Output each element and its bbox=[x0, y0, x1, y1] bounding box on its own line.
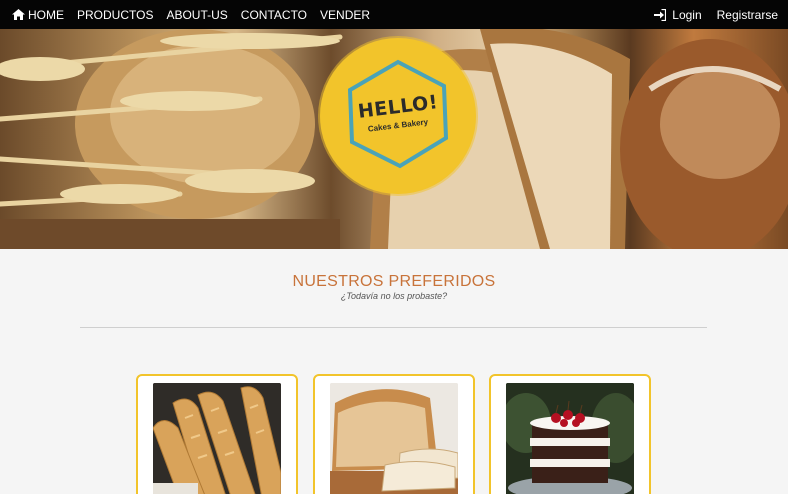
product-card[interactable] bbox=[136, 374, 298, 494]
product-card[interactable] bbox=[313, 374, 475, 494]
product-card[interactable] bbox=[489, 374, 651, 494]
section-title: NUESTROS PREFERIDOS bbox=[292, 273, 496, 290]
nav-left-group: HOME PRODUCTOS ABOUT-US CONTACTO VENDER bbox=[12, 0, 383, 29]
product-image[interactable] bbox=[330, 383, 458, 494]
home-icon bbox=[12, 9, 25, 20]
nav-register-link[interactable]: Registrarse bbox=[717, 8, 778, 22]
layer-cake-icon bbox=[506, 383, 634, 494]
product-image[interactable] bbox=[506, 383, 634, 494]
nav-right-group: Login Registrarse bbox=[639, 0, 778, 29]
bakery-logo: HELLO! Cakes & Bakery bbox=[320, 38, 476, 194]
section-subtitle: ¿Todavía no los probaste? bbox=[340, 291, 448, 301]
nav-products-link[interactable]: PRODUCTOS bbox=[77, 8, 153, 22]
nav-contact-link[interactable]: CONTACTO bbox=[241, 8, 307, 22]
nav-login-label: Login bbox=[672, 7, 702, 22]
nav-home-label: HOME bbox=[28, 7, 64, 22]
nav-sell-link[interactable]: VENDER bbox=[320, 8, 370, 22]
login-icon bbox=[654, 8, 667, 21]
top-navbar: HOME PRODUCTOS ABOUT-US CONTACTO VENDER … bbox=[0, 0, 788, 29]
hero-banner: HELLO! Cakes & Bakery bbox=[0, 29, 788, 249]
nav-about-link[interactable]: ABOUT-US bbox=[166, 8, 227, 22]
product-image[interactable] bbox=[153, 383, 281, 494]
sliced-bread-icon bbox=[330, 383, 458, 494]
section-divider bbox=[80, 327, 707, 328]
nav-home-link[interactable]: HOME bbox=[12, 8, 64, 22]
nav-login-link[interactable]: Login bbox=[654, 7, 702, 22]
baguettes-icon bbox=[153, 383, 281, 494]
